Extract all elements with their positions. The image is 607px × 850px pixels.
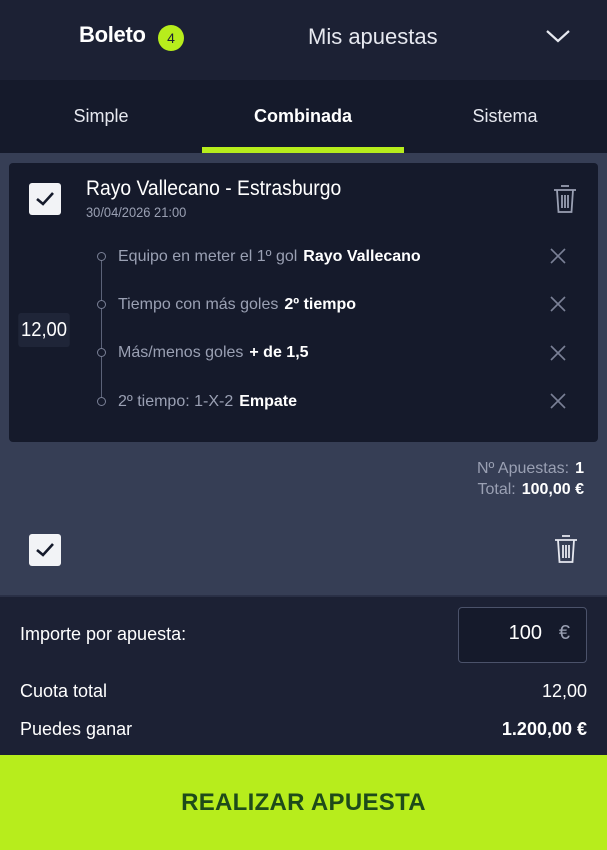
close-icon[interactable] [549,247,567,265]
num-bets-label: Nº Apuestas: [476,460,570,477]
selection-market: Tiempo con más goles [118,296,279,313]
total-label: Total: [477,481,516,498]
mis-apuestas-tab[interactable]: Mis apuestas [308,24,438,50]
potential-win-value: 1.200,00 € [501,719,587,739]
selection-pick: 2º tiempo [284,296,357,313]
selection-item: Más/menos goles + de 1,5 [118,344,309,362]
selection-pick: Empate [239,393,298,410]
bet-checkbox[interactable] [29,183,61,215]
selection-market: 2º tiempo: 1-X-2 [118,393,234,410]
currency-symbol: € [558,622,570,644]
tab-combinada[interactable]: Combinada [202,80,404,153]
num-bets-row: Nº Apuestas: 1 [477,460,584,478]
selection-market: Equipo en meter el 1º gol [118,248,298,265]
close-icon[interactable] [549,344,567,362]
selection-item: Tiempo con más goles 2º tiempo [118,296,356,314]
total-odds-label: Cuota total [20,681,108,701]
num-bets-value: 1 [575,460,584,477]
trash-icon[interactable] [552,183,578,215]
betslip-header: Boleto 4 Mis apuestas [0,0,607,80]
boleto-count-badge: 4 [158,25,184,51]
boleto-tab[interactable]: Boleto [79,22,146,48]
close-icon[interactable] [549,392,567,410]
tab-sistema[interactable]: Sistema [404,80,606,153]
combined-odds: 12,00 [18,313,70,347]
stake-panel: Importe por apuesta: 100 € Cuota total 1… [0,597,607,755]
selection-pick: Rayo Vallecano [303,248,421,265]
close-icon[interactable] [549,295,567,313]
total-odds-value: 12,00 [541,681,587,701]
potential-win-label: Puedes ganar [20,719,133,739]
match-datetime: 30/04/2026 21:00 [86,204,187,220]
selection-item: 2º tiempo: 1-X-2 Empate [118,393,297,411]
timeline-dot [97,252,106,261]
check-icon [36,543,54,557]
timeline-dot [97,397,106,406]
stake-label: Importe por apuesta: [20,624,187,644]
select-all-checkbox[interactable] [29,534,61,566]
place-bet-button[interactable]: REALIZAR APUESTA [0,755,607,850]
total-value: 100,00 € [521,481,584,498]
timeline-dot [97,300,106,309]
total-row: Total: 100,00 € [477,481,584,499]
bet-card: Rayo Vallecano - Estrasburgo 30/04/2026 … [9,163,598,442]
bet-type-tabs: Simple Combinada Sistema [0,80,607,153]
stake-value: 100 [508,622,542,644]
check-icon [36,192,54,206]
selection-timeline [101,256,102,401]
selection-pick: + de 1,5 [249,344,309,361]
selection-market: Más/menos goles [118,344,244,361]
tab-simple[interactable]: Simple [0,80,202,153]
match-title: Rayo Vallecano - Estrasburgo [86,177,342,200]
trash-all-icon[interactable] [553,533,579,565]
active-tab-indicator [202,147,404,153]
stake-input[interactable]: 100 € [458,607,587,663]
selection-item: Equipo en meter el 1º gol Rayo Vallecano [118,248,421,266]
chevron-down-icon[interactable] [544,26,572,46]
timeline-dot [97,348,106,357]
